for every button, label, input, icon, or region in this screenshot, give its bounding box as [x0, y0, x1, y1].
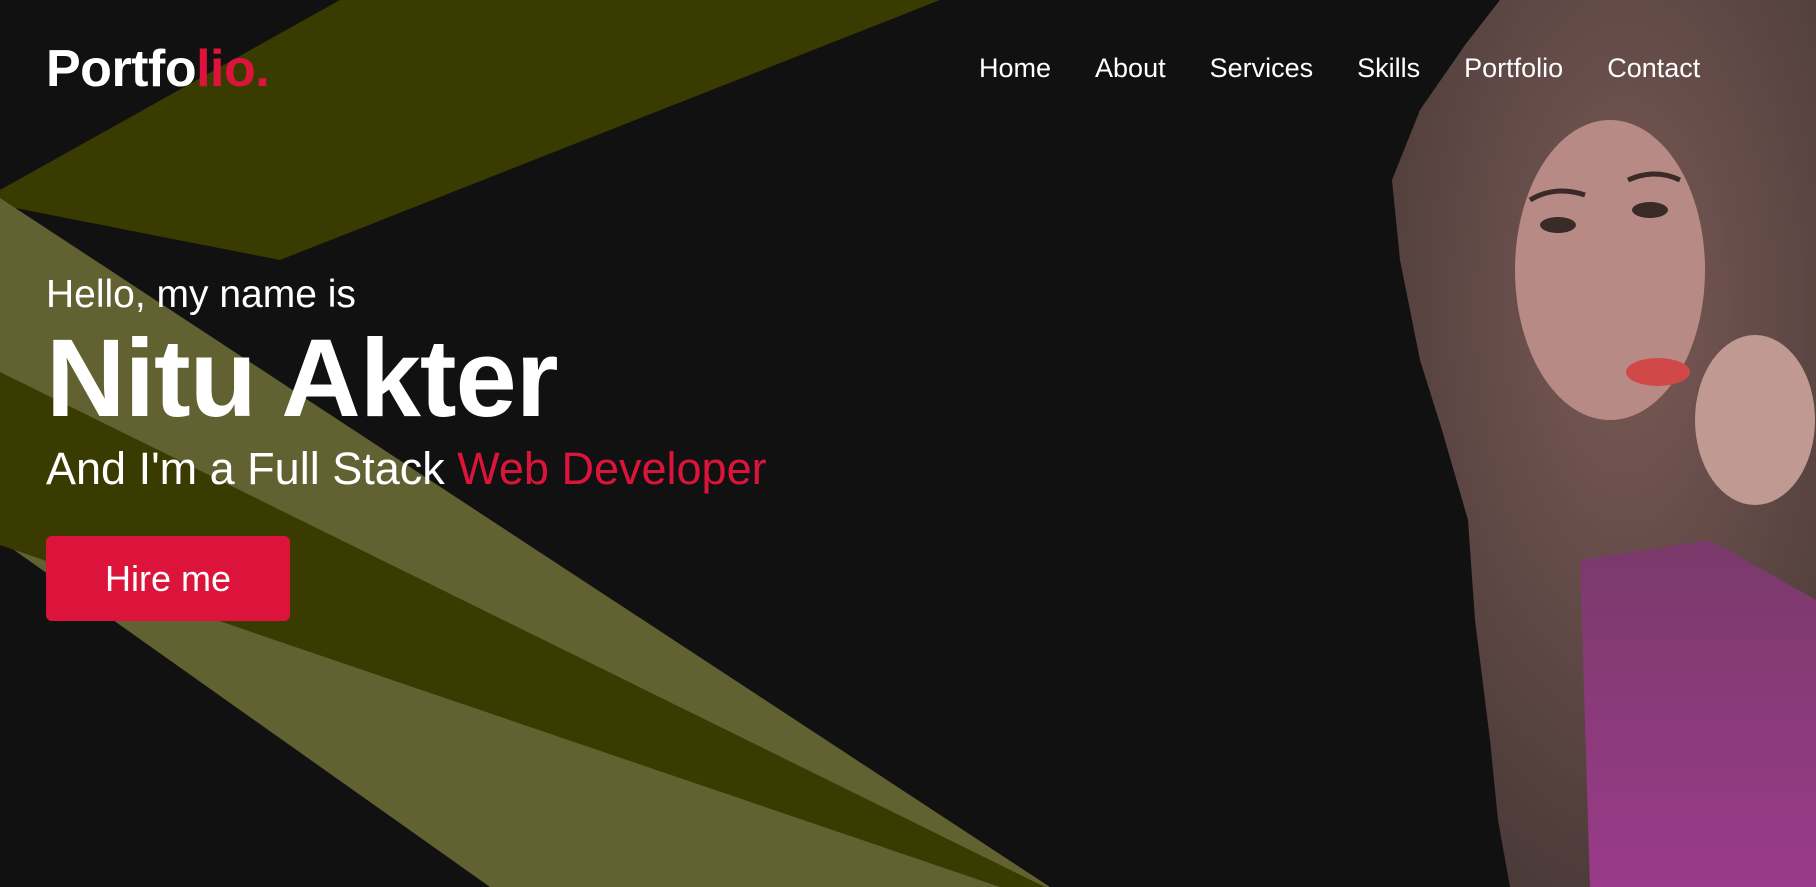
- profile-photo: [1392, 0, 1816, 887]
- nav-link-skills[interactable]: Skills: [1357, 50, 1420, 86]
- hero-role-accent: Web Developer: [457, 443, 767, 494]
- eye-right: [1632, 202, 1668, 218]
- hero-role-prefix: And I'm a Full Stack: [46, 443, 458, 494]
- hero-name: Nitu Akter: [46, 317, 559, 440]
- hero-section: Hello, my name is Nitu Akter And I'm a F…: [46, 270, 767, 621]
- shirt-shape: [1580, 540, 1816, 887]
- hire-me-button[interactable]: Hire me: [46, 536, 290, 621]
- logo-main-text: Portfo: [46, 40, 197, 98]
- nav-link-home[interactable]: Home: [979, 50, 1051, 86]
- hero-role: And I'm a Full Stack Web Developer: [46, 440, 767, 498]
- main-navigation: Home About Services Skills Portfolio Con…: [979, 50, 1700, 86]
- nav-link-about[interactable]: About: [1095, 50, 1166, 86]
- nav-link-contact[interactable]: Contact: [1607, 50, 1700, 86]
- eye-left: [1540, 217, 1576, 233]
- hero-greeting: Hello, my name is: [46, 273, 356, 316]
- nav-link-portfolio[interactable]: Portfolio: [1464, 50, 1563, 86]
- nav-link-services[interactable]: Services: [1210, 50, 1314, 86]
- logo-accent-text: lio.: [196, 40, 270, 98]
- lips: [1626, 358, 1690, 386]
- site-logo[interactable]: Portfolio.: [46, 38, 270, 100]
- hand-shape: [1695, 335, 1815, 505]
